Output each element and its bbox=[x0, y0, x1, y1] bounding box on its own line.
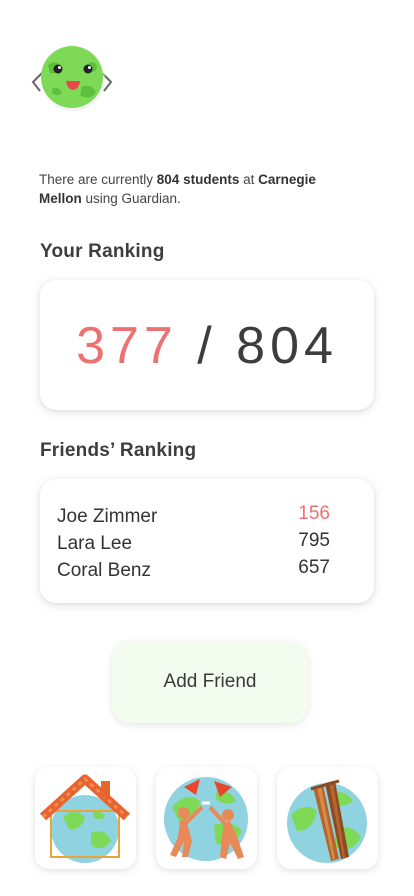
friend-name: Joe Zimmer bbox=[57, 506, 158, 527]
friends-ranking-card: Joe Zimmer 156 Lara Lee 795 Coral Benz 6… bbox=[40, 479, 374, 603]
rank-display: 377 / 804 bbox=[40, 316, 374, 376]
your-ranking-title: Your Ranking bbox=[40, 241, 165, 262]
total-students: 804 bbox=[236, 317, 338, 375]
your-ranking-card: 377 / 804 bbox=[40, 280, 374, 410]
friend-row[interactable]: Coral Benz 657 bbox=[57, 557, 330, 587]
rank-separator: / bbox=[177, 317, 237, 375]
friend-name: Coral Benz bbox=[57, 560, 151, 581]
students-count-text: There are currently 804 students at Carn… bbox=[39, 172, 316, 206]
friend-row[interactable]: Joe Zimmer 156 bbox=[57, 503, 330, 533]
student-count: 804 students bbox=[156, 172, 240, 187]
friend-score: 795 bbox=[298, 530, 330, 551]
add-friend-button[interactable]: Add Friend bbox=[112, 641, 308, 723]
friends-ranking-title: Friends’ Ranking bbox=[40, 440, 197, 461]
friend-score: 657 bbox=[298, 557, 330, 578]
house-earth-icon bbox=[39, 774, 131, 863]
badge-people-earth[interactable] bbox=[156, 767, 257, 869]
friend-score: 156 bbox=[298, 503, 330, 524]
badge-chopsticks-earth[interactable] bbox=[277, 767, 378, 869]
friend-row[interactable]: Lara Lee 795 bbox=[57, 530, 330, 560]
my-rank: 377 bbox=[76, 317, 178, 375]
friend-name: Lara Lee bbox=[57, 533, 133, 554]
mascot-earth-icon bbox=[30, 45, 114, 115]
chopsticks-earth-icon bbox=[287, 779, 367, 863]
badge-house-earth[interactable] bbox=[35, 767, 136, 869]
people-earth-icon bbox=[164, 777, 248, 861]
